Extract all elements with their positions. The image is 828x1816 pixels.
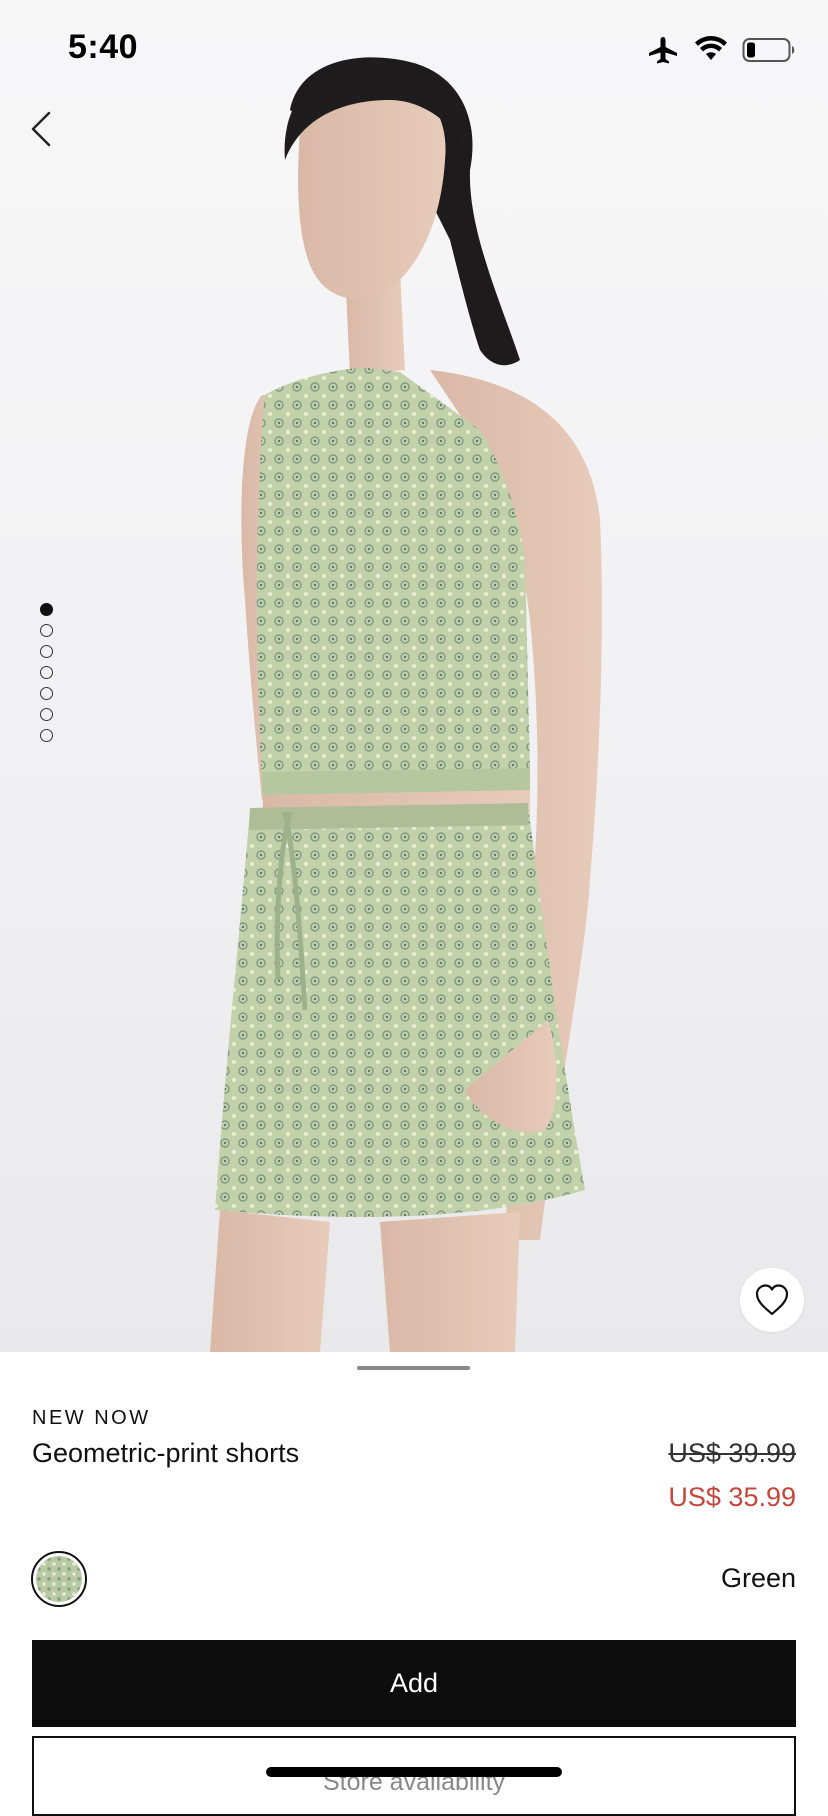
color-name: Green [720, 1563, 796, 1593]
product-image-gallery[interactable]: 5:40 [0, 0, 828, 1352]
pagination-dot[interactable] [40, 666, 53, 679]
pagination-dot[interactable] [40, 603, 53, 616]
product-photo [210, 57, 602, 1352]
pagination-dot[interactable] [40, 687, 53, 700]
pagination-dot[interactable] [40, 729, 53, 742]
swatch-print [36, 1556, 82, 1602]
pagination-dot[interactable] [40, 624, 53, 637]
airplane-icon [649, 37, 677, 64]
home-indicator [266, 1767, 562, 1777]
heart-outline-icon [755, 1284, 789, 1316]
status-time: 5:40 [68, 28, 139, 66]
product-title: Geometric-print shorts [32, 1438, 300, 1468]
add-button[interactable]: Add [32, 1640, 796, 1727]
status-icons [646, 32, 796, 68]
back-button[interactable] [24, 104, 74, 154]
battery-icon [742, 38, 795, 62]
wifi-icon [695, 36, 727, 60]
color-swatch[interactable] [31, 1551, 87, 1607]
sale-price: US$ 35.99 [668, 1482, 796, 1512]
favorite-button[interactable] [740, 1268, 804, 1332]
original-price: US$ 39.99 [668, 1438, 796, 1468]
pagination-dot[interactable] [40, 708, 53, 721]
product-tag: NEW NOW [32, 1407, 151, 1429]
status-bar: 5:40 [0, 0, 828, 100]
sheet-grabber[interactable] [357, 1366, 470, 1370]
gallery-pagination[interactable] [40, 603, 54, 742]
chevron-left-icon [31, 111, 51, 147]
pagination-dot[interactable] [40, 645, 53, 658]
